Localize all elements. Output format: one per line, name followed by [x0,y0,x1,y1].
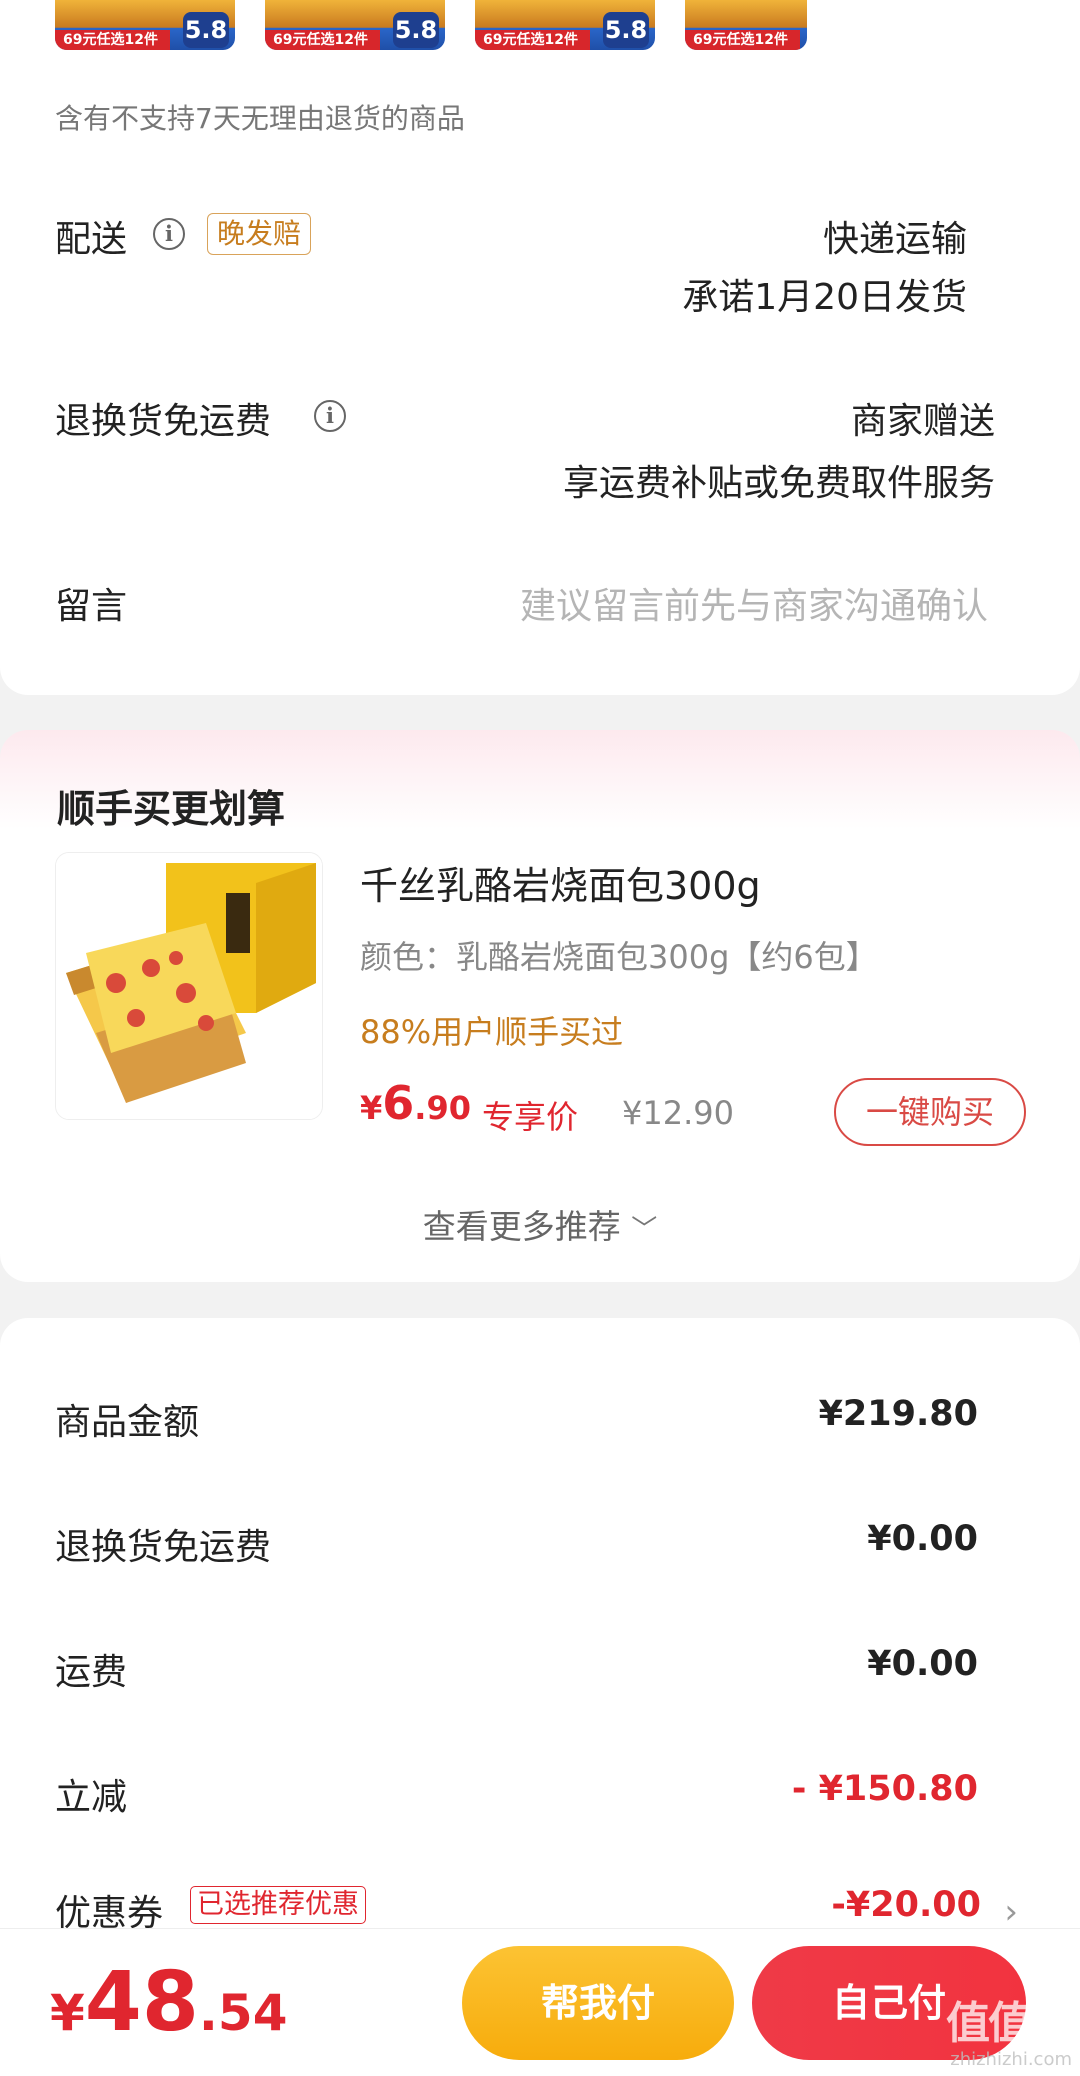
see-more-recommendations[interactable]: 查看更多推荐 ﹀ [0,1200,1080,1248]
recommend-title: 顺手买更划算 [57,787,286,831]
message-label: 留言 [55,586,128,627]
watermark-site: zhizhizhi.com [950,2049,1072,2070]
one-click-buy-button[interactable]: 一键购买 [834,1078,1026,1146]
chevron-right-icon[interactable]: › [1004,1892,1018,1932]
return-shipping-label: 退换货免运费 [55,401,272,442]
exclusive-price-label: 专享价 [482,1098,579,1136]
coupon-value[interactable]: -¥20.00 [831,1885,981,1925]
coupon-selected-tag: 已选推荐优惠 [190,1886,366,1924]
return-shipping-fee-value: ¥0.00 [867,1519,978,1559]
delivery-method: 快递运输 [822,219,967,260]
shipping-fee-label: 运费 [55,1652,128,1693]
recommend-card: 顺手买更划算 千丝乳酪岩烧面包300g 颜色：乳酪岩烧面包300g【约6包】 8… [0,730,1080,1282]
see-more-label: 查看更多推荐 [422,1207,621,1246]
price-symbol: ¥ [360,1089,383,1127]
thumbnail-promo: 69元任选12件 [55,30,170,50]
product-thumbnail[interactable]: 69元任选12件 5.8 [55,0,235,50]
product-image[interactable] [55,852,323,1120]
return-shipping-service: 享运费补贴或免费取件服务 [562,463,995,504]
return-shipping-value: 商家赠送 [850,401,995,442]
thumbnail-promo: 69元任选12件 [265,30,380,50]
delivery-label: 配送 [55,219,128,260]
chevron-down-icon: ﹀ [631,1215,658,1245]
total-symbol: ¥ [50,1984,85,2042]
total-decimal: .54 [198,1984,288,2042]
help-me-pay-button[interactable]: 帮我付 [462,1946,734,2060]
thumbnail-promo: 69元任选12件 [475,30,590,50]
info-icon[interactable]: i [153,218,185,250]
product-price: ¥6.90 [360,1076,471,1130]
info-icon[interactable]: i [314,400,346,432]
goods-amount-label: 商品金额 [55,1402,200,1443]
thumbnail-promo: 69元任选12件 [685,30,800,50]
original-price: ¥12.90 [622,1094,734,1132]
payment-bar: ¥48.54 帮我付 自己付 值值值 zhizhizhi.com [0,1928,1080,2076]
product-thumbnail-strip: 69元任选12件 5.8 69元任选12件 5.8 69元任选12件 5.8 6… [0,0,1080,70]
thumbnail-badge: 5.8 [183,12,229,48]
product-thumbnail[interactable]: 69元任选12件 [685,0,807,50]
order-details-card: 含有不支持7天无理由退货的商品 配送 i 晚发赔 快递运输 承诺1月20日发货 … [0,70,1080,695]
product-thumbnail[interactable]: 69元任选12件 5.8 [265,0,445,50]
instant-discount-label: 立减 [55,1777,128,1818]
product-thumbnail[interactable]: 69元任选12件 5.8 [475,0,655,50]
price-decimal: .90 [414,1089,471,1127]
watermark: 值值值 [946,1998,1074,2049]
thumbnail-badge: 5.8 [393,12,439,48]
late-compensation-tag: 晚发赔 [207,213,312,255]
total-price: ¥48.54 [50,1955,288,2050]
return-policy-notice: 含有不支持7天无理由退货的商品 [55,102,465,135]
shipping-fee-value: ¥0.00 [867,1644,978,1684]
return-shipping-fee-label: 退换货免运费 [55,1527,272,1568]
instant-discount-value: - ¥150.80 [791,1769,978,1809]
goods-amount-value: ¥219.80 [818,1394,978,1434]
product-name[interactable]: 千丝乳酪岩烧面包300g [360,855,761,910]
product-spec: 颜色：乳酪岩烧面包300g【约6包】 [360,938,878,976]
total-integer: 48 [84,1955,199,2050]
thumbnail-badge: 5.8 [603,12,649,48]
purchase-hint: 88%用户顺手买过 [360,1013,624,1051]
message-input[interactable]: 建议留言前先与商家沟通确认 [520,577,988,629]
delivery-promise: 承诺1月20日发货 [682,277,967,318]
price-integer: 6 [382,1076,415,1130]
